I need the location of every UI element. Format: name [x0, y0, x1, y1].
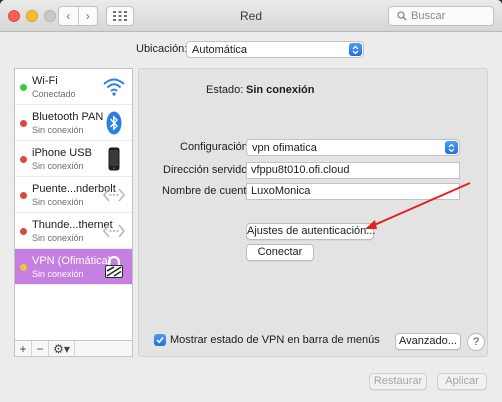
service-item-iphone-usb[interactable]: iPhone USB Sin conexión — [15, 141, 132, 177]
apply-button[interactable]: Aplicar — [437, 373, 487, 390]
add-service-button[interactable]: + — [15, 341, 32, 356]
service-status: Conectado — [32, 89, 76, 99]
show-vpn-status-label: Mostrar estado de VPN en barra de menús — [170, 334, 380, 346]
bridge-icon — [102, 182, 126, 208]
service-item-bluetooth-pan[interactable]: Bluetooth PAN Sin conexión — [15, 105, 132, 141]
title-bar: ‹ › Red Buscar — [0, 0, 502, 32]
location-popup[interactable]: Automática — [186, 41, 364, 58]
popup-arrows-icon — [445, 141, 458, 154]
authentication-settings-button[interactable]: Ajustes de autenticación... — [246, 223, 375, 240]
configuration-popup[interactable]: vpn ofimatica — [246, 139, 460, 156]
service-status: Sin conexión — [32, 233, 84, 243]
remove-service-button[interactable]: − — [32, 341, 49, 356]
service-item-vpn[interactable]: VPN (Ofimática) Sin conexión — [15, 249, 132, 285]
revert-button[interactable]: Restaurar — [369, 373, 427, 390]
service-name: Thunde...thernet — [32, 219, 113, 231]
service-name: iPhone USB — [32, 147, 92, 159]
iphone-icon — [102, 146, 126, 172]
search-icon — [397, 11, 407, 21]
status-dot — [20, 156, 27, 163]
search-placeholder: Buscar — [411, 10, 446, 22]
vpn-detail-panel — [138, 68, 488, 357]
server-address-field[interactable]: vfppu8t010.ofi.cloud — [246, 162, 460, 179]
location-value: Automática — [192, 43, 248, 56]
gear-icon[interactable]: ⚙▾ — [49, 341, 75, 356]
service-status: Sin conexión — [32, 125, 84, 135]
server-address-label: Dirección servidor: — [163, 164, 255, 176]
service-name: Bluetooth PAN — [32, 111, 104, 123]
account-name-field[interactable]: LuxoMonica — [246, 183, 460, 200]
configuration-value: vpn ofimatica — [252, 141, 317, 154]
bluetooth-icon — [102, 110, 126, 136]
status-dot — [20, 264, 27, 271]
service-list[interactable]: Wi-Fi Conectado Bluetooth PAN Sin conexi… — [14, 68, 133, 357]
status-dot — [20, 228, 27, 235]
thunderbolt-ethernet-icon — [102, 218, 126, 244]
service-list-toolbar: + − ⚙▾ — [14, 340, 133, 357]
service-status: Sin conexión — [32, 197, 84, 207]
status-dot — [20, 84, 27, 91]
wifi-icon — [102, 74, 126, 100]
connect-button[interactable]: Conectar — [246, 244, 314, 261]
account-name-label: Nombre de cuenta: — [162, 185, 256, 197]
service-item-wifi[interactable]: Wi-Fi Conectado — [15, 69, 132, 105]
popup-arrows-icon — [349, 43, 362, 56]
service-item-thunderbolt-ethernet[interactable]: Thunde...thernet Sin conexión — [15, 213, 132, 249]
service-name: VPN (Ofimática) — [32, 255, 112, 267]
help-button[interactable]: ? — [467, 333, 485, 351]
service-status: Sin conexión — [32, 269, 84, 279]
status-dot — [20, 120, 27, 127]
status-dot — [20, 192, 27, 199]
service-status: Sin conexión — [32, 161, 84, 171]
service-item-thunderbolt-bridge[interactable]: Puente...nderbolt Sin conexión — [15, 177, 132, 213]
status-value: Sin conexión — [246, 84, 315, 96]
show-vpn-status-checkbox[interactable] — [154, 334, 166, 346]
show-vpn-status-row[interactable]: Mostrar estado de VPN en barra de menús — [154, 334, 380, 346]
configuration-label: Configuración: — [180, 141, 251, 153]
search-field[interactable]: Buscar — [388, 6, 494, 26]
vpn-lock-icon — [102, 254, 126, 280]
advanced-button[interactable]: Avanzado... — [395, 333, 461, 350]
status-label: Estado: — [206, 84, 244, 96]
location-label: Ubicación: — [136, 43, 188, 55]
checkmark-icon — [156, 337, 164, 344]
service-name: Wi-Fi — [32, 75, 58, 87]
network-preferences-window: ‹ › Red Buscar Ubicación: Automática Wi-… — [0, 0, 502, 402]
